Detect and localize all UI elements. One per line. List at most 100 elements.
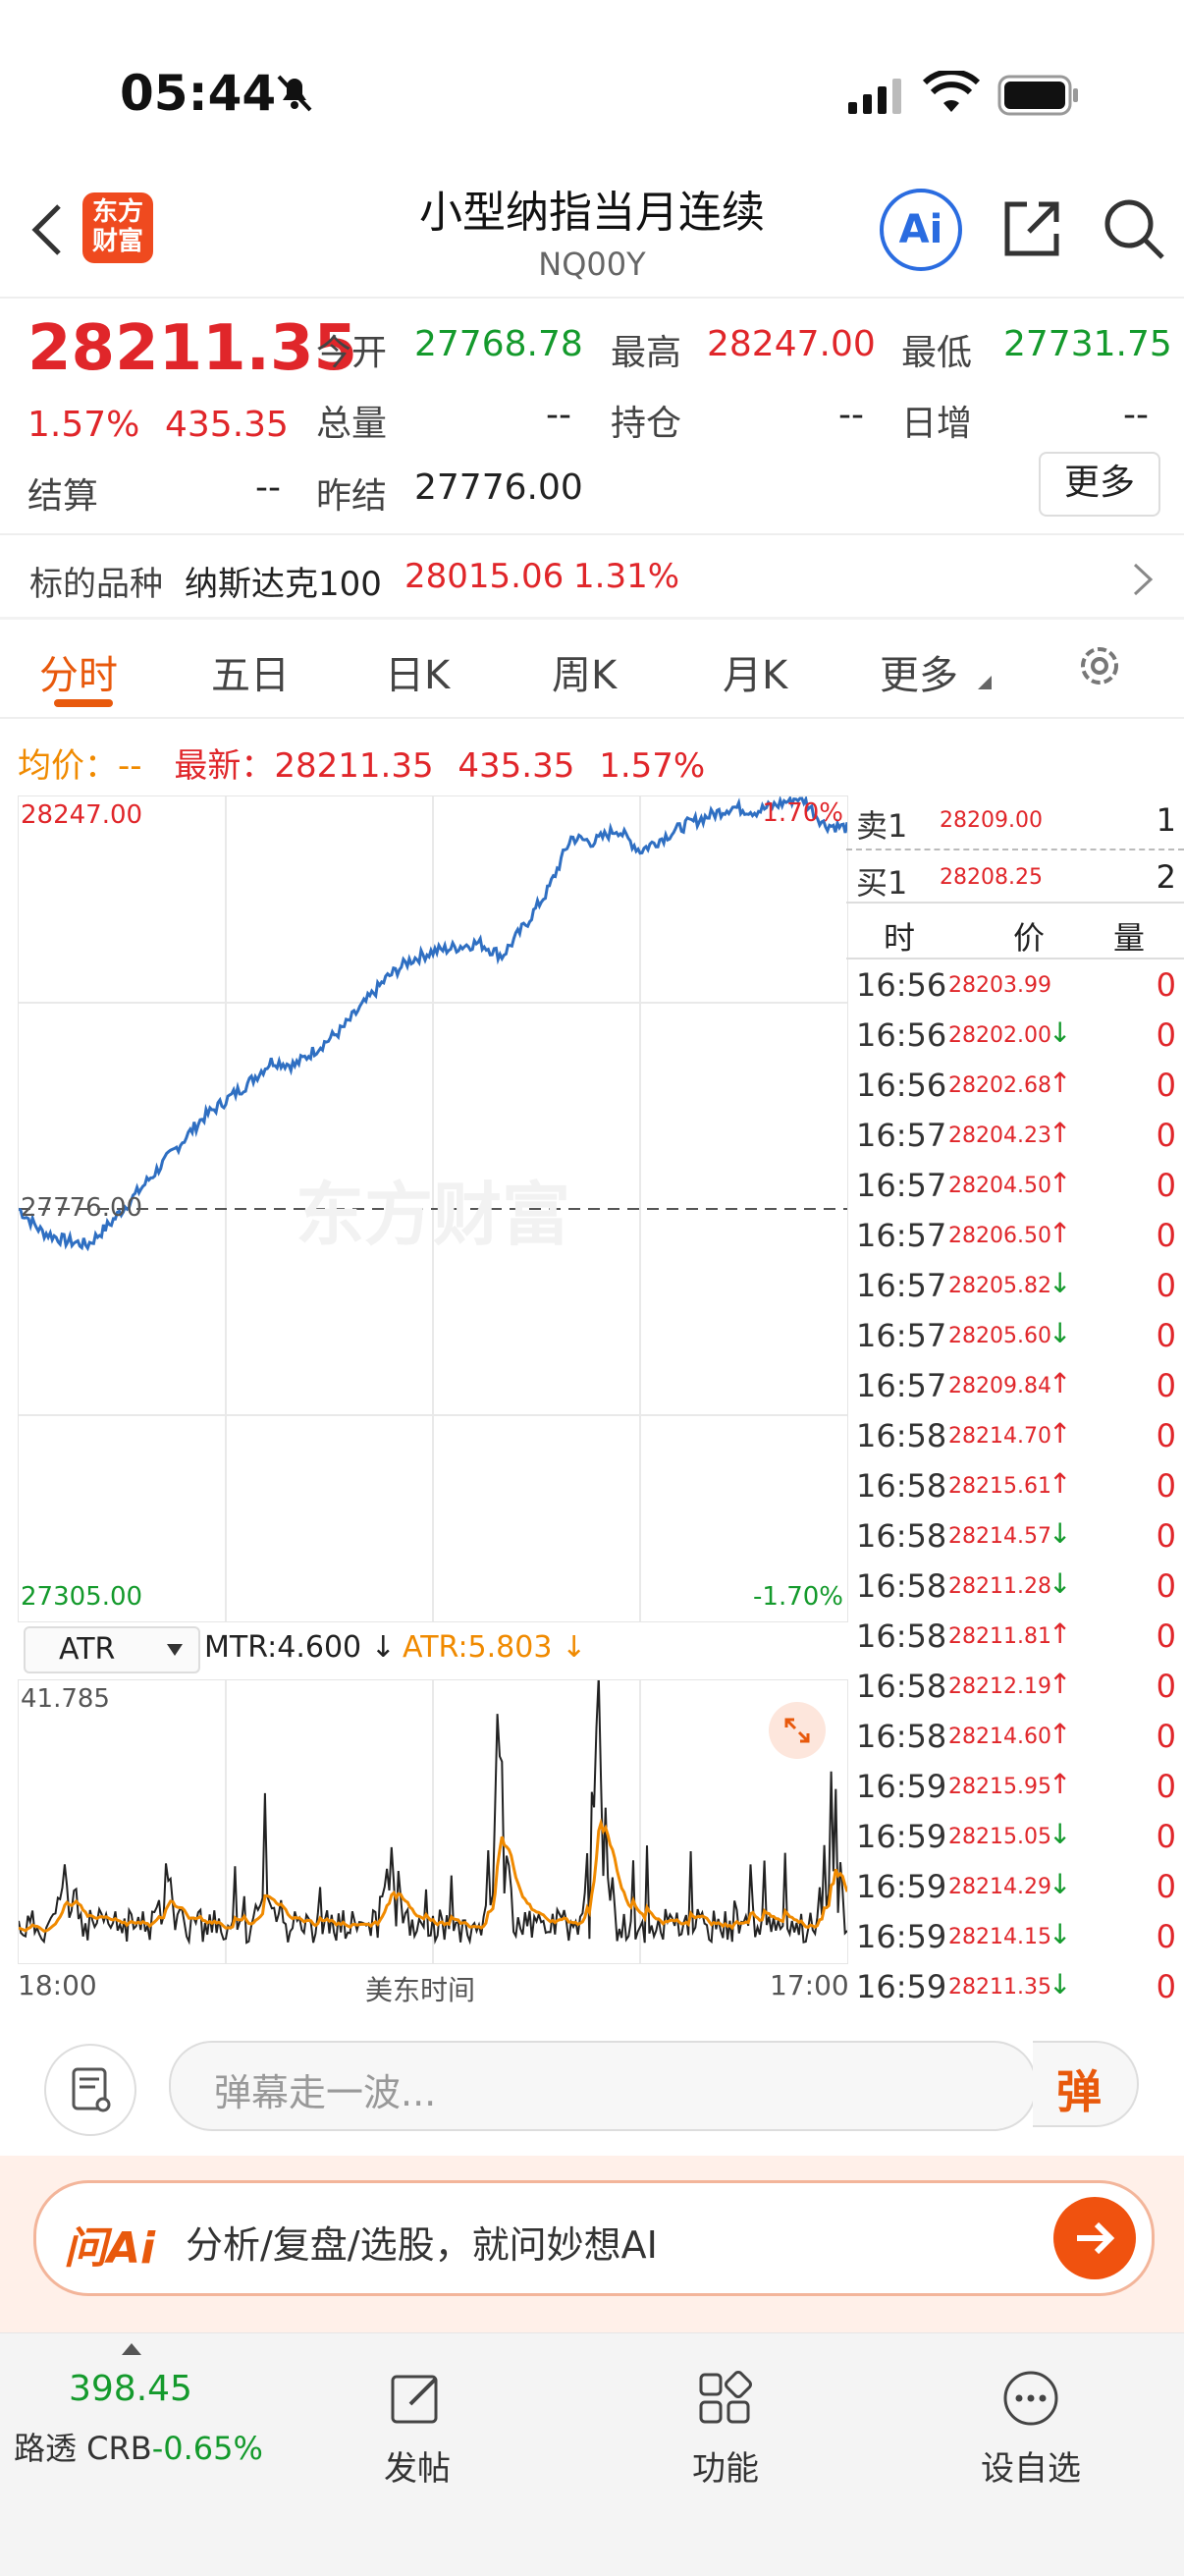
trade-direction: ↓ xyxy=(1049,1968,1072,2001)
ai-logo: 问Ai xyxy=(64,2223,156,2274)
trade-volume: 0 xyxy=(1156,1668,1176,1705)
open-interest-label: 持仓 xyxy=(611,404,682,444)
trade-time: 16:57 xyxy=(856,1267,947,1304)
mute-icon xyxy=(273,71,316,118)
trade-direction: ↓ xyxy=(1049,1567,1072,1600)
trade-price: 28214.57 xyxy=(948,1524,1051,1549)
comment-list-button[interactable] xyxy=(44,2044,136,2136)
tab-weekly-k[interactable]: 周K xyxy=(552,643,617,700)
trade-direction: ↓ xyxy=(1049,1818,1072,1850)
trade-volume: 0 xyxy=(1156,1317,1176,1354)
tab-more[interactable]: 更多 xyxy=(880,643,958,700)
trade-row: 16:57 28204.50 ↑ 0 xyxy=(846,1161,1184,1211)
trade-price: 28214.29 xyxy=(948,1875,1051,1899)
volume-label: 总量 xyxy=(316,404,388,444)
trade-price: 28214.70 xyxy=(948,1424,1051,1449)
trade-price: 28206.50 xyxy=(948,1224,1051,1248)
change-value: 435.35 xyxy=(165,405,289,445)
trade-direction: ↑ xyxy=(1049,1668,1072,1700)
trade-volume: 0 xyxy=(1156,1968,1176,2005)
indicator-selector[interactable]: ATR xyxy=(24,1626,200,1673)
post-label[interactable]: 发帖 xyxy=(363,2441,471,2490)
trade-price: 28209.84 xyxy=(948,1374,1051,1398)
trade-time: 16:56 xyxy=(856,1067,947,1104)
underlying-row[interactable]: 标的品种 纳斯达克100 28015.06 1.31% xyxy=(0,535,1184,619)
trade-price: 28203.99 xyxy=(948,973,1051,998)
indicator-selector-label: ATR xyxy=(59,1632,116,1667)
index-value[interactable]: 398.45 xyxy=(69,2369,192,2409)
danmu-placeholder: 弹幕走一波... xyxy=(214,2071,437,2114)
trade-time: 16:56 xyxy=(856,966,947,1004)
trade-row: 16:57 28205.82 ↓ 0 xyxy=(846,1261,1184,1311)
trade-price: 28211.35 xyxy=(948,1975,1051,2000)
trade-row: 16:56 28203.99 0 xyxy=(846,960,1184,1011)
trade-time: 16:58 xyxy=(856,1718,947,1755)
trade-price: 28202.00 xyxy=(948,1023,1051,1048)
cellular-signal-icon xyxy=(846,77,905,120)
trade-time: 16:58 xyxy=(856,1567,947,1605)
chart-settings-button[interactable] xyxy=(1074,640,1125,695)
trade-row: 16:59 28211.35 ↓ 0 xyxy=(846,1962,1184,2012)
intraday-chart[interactable]: 东方财富 28247.00 27776.00 27305.00 1.70% -1… xyxy=(18,795,848,1622)
tab-monthly-k[interactable]: 月K xyxy=(723,643,787,700)
high-value: 28247.00 xyxy=(707,324,876,364)
low-label: 最低 xyxy=(901,333,973,373)
trade-time: 16:59 xyxy=(856,1968,947,2005)
volume-value: -- xyxy=(546,395,571,435)
atr-chart[interactable]: 41.785 xyxy=(18,1679,848,1964)
dropdown-triangle-icon xyxy=(167,1644,183,1656)
ai-button[interactable]: Ai xyxy=(880,189,962,271)
add-watchlist-button[interactable] xyxy=(1001,2369,1060,2432)
expand-chart-button[interactable] xyxy=(769,1702,826,1759)
function-button[interactable] xyxy=(695,2369,754,2432)
trade-time: 16:57 xyxy=(856,1117,947,1154)
trade-row: 16:59 28214.15 ↓ 0 xyxy=(846,1912,1184,1962)
index-ticker[interactable]: 路透 CRB-0.65% xyxy=(14,2424,263,2469)
open-interest-value: -- xyxy=(838,395,864,435)
trade-volume: 0 xyxy=(1156,1067,1176,1104)
sell-price: 28209.00 xyxy=(940,808,1043,833)
trade-price: 28215.05 xyxy=(948,1825,1051,1849)
x-end-label: 17:00 xyxy=(770,1969,849,2001)
danmu-input[interactable]: 弹幕走一波... xyxy=(169,2041,1037,2131)
danmu-toggle-button[interactable]: 弹 xyxy=(1033,2041,1139,2127)
caret-up-icon xyxy=(122,2343,141,2355)
trade-row: 16:57 28209.84 ↑ 0 xyxy=(846,1361,1184,1411)
trade-time: 16:59 xyxy=(856,1768,947,1805)
post-button[interactable] xyxy=(387,2369,446,2432)
share-button[interactable] xyxy=(999,196,1064,265)
trade-price: 28205.82 xyxy=(948,1274,1051,1298)
tab-five-day[interactable]: 五日 xyxy=(211,643,290,700)
trade-row: 16:58 28215.61 ↑ 0 xyxy=(846,1461,1184,1511)
sell-label: 卖1 xyxy=(856,807,908,845)
trade-volume: 0 xyxy=(1156,1517,1176,1555)
prev-settle-value: 27776.00 xyxy=(414,467,583,508)
function-label[interactable]: 功能 xyxy=(672,2441,780,2490)
sell-qty: 1 xyxy=(1156,801,1176,839)
trade-time: 16:57 xyxy=(856,1167,947,1204)
trade-volume: 0 xyxy=(1156,1217,1176,1254)
search-button[interactable] xyxy=(1102,196,1166,265)
more-quote-button[interactable]: 更多 xyxy=(1039,452,1160,517)
trade-row: 16:58 28211.28 ↓ 0 xyxy=(846,1562,1184,1612)
add-watchlist-label[interactable]: 设自选 xyxy=(962,2441,1100,2490)
tabs-divider xyxy=(0,717,1184,719)
trade-time: 16:56 xyxy=(856,1016,947,1054)
trade-direction: ↑ xyxy=(1049,1768,1072,1800)
caret-down-icon xyxy=(978,676,992,689)
trade-time: 16:59 xyxy=(856,1818,947,1855)
trade-row: 16:58 28214.70 ↑ 0 xyxy=(846,1411,1184,1461)
mtr-value: MTR:4.600 xyxy=(204,1630,362,1665)
latest-label: 最新： xyxy=(174,746,275,786)
tab-daily-k[interactable]: 日K xyxy=(385,643,450,700)
trade-time: 16:57 xyxy=(856,1217,947,1254)
trade-time: 16:59 xyxy=(856,1868,947,1905)
ai-go-button[interactable] xyxy=(1053,2197,1136,2279)
document-icon xyxy=(72,2067,111,2112)
trades-header-price: 价 xyxy=(1013,919,1046,957)
status-time: 05:44 xyxy=(120,65,277,122)
daily-increase-label: 日增 xyxy=(901,404,973,444)
tab-intraday[interactable]: 分时 xyxy=(39,643,118,700)
ai-ask-bar[interactable]: 问Ai 分析/复盘/选股，就问妙想AI xyxy=(33,2180,1155,2296)
prev-settle-label: 昨结 xyxy=(316,476,388,517)
